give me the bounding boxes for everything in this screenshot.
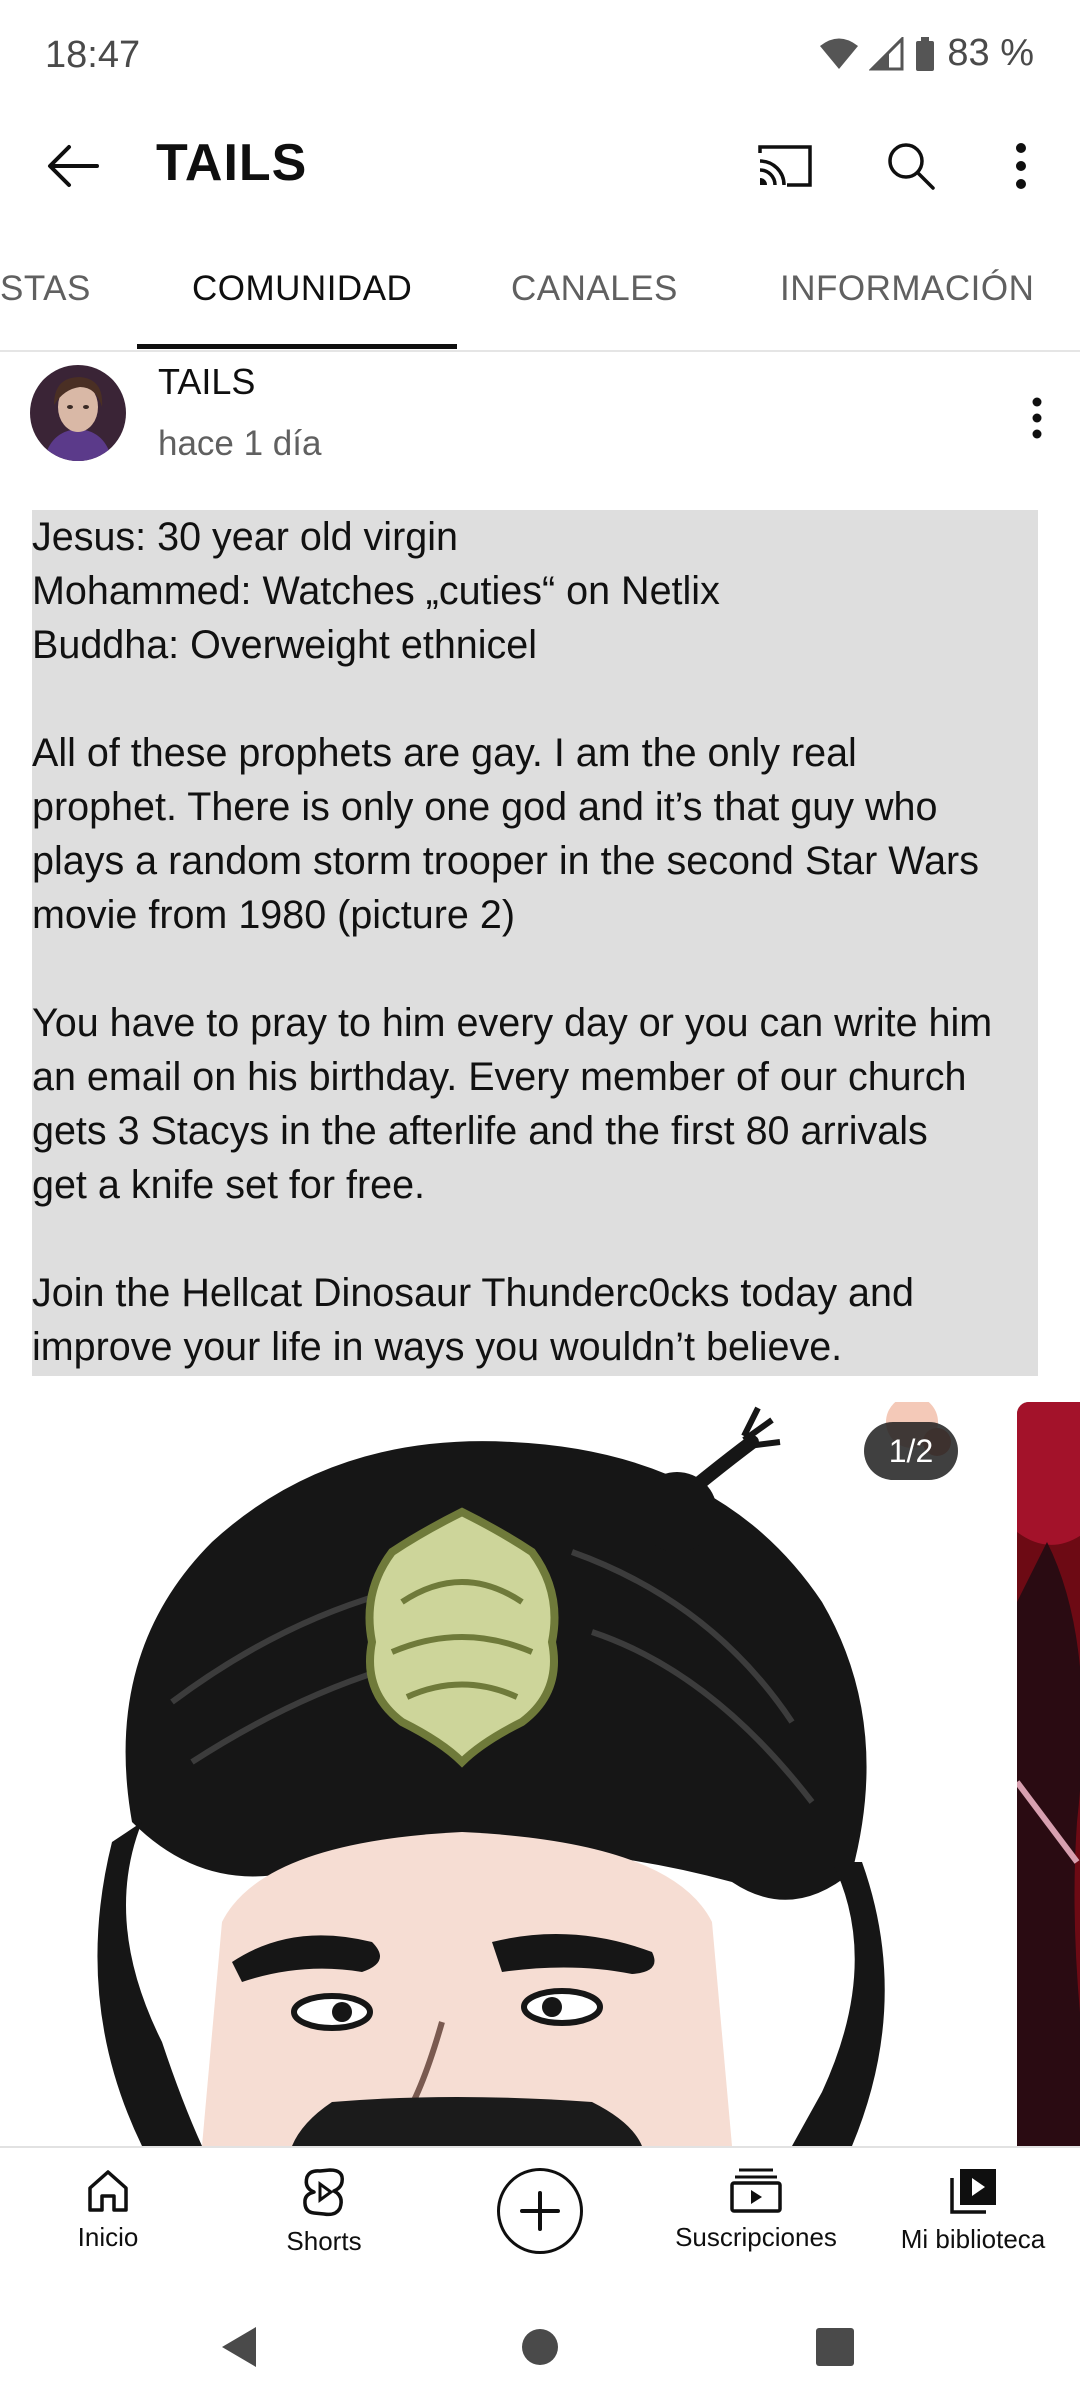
cast-button[interactable]	[748, 129, 822, 203]
post-line: prophet. There is only one god and it’s …	[32, 785, 938, 829]
tab-comunidad[interactable]: COMUNIDAD	[192, 269, 412, 309]
nav-inicio[interactable]: Inicio	[3, 2166, 213, 2253]
post-options-button[interactable]	[1012, 383, 1062, 453]
system-recents-button[interactable]	[800, 2312, 870, 2382]
create-icon	[520, 2191, 560, 2231]
channel-title: TAILS	[156, 134, 308, 192]
post-line: Jesus: 30 year old virgin	[32, 515, 458, 559]
image-counter: 1/2	[864, 1422, 958, 1480]
active-tab-indicator	[137, 344, 457, 349]
wifi-icon	[819, 37, 859, 71]
nav-label: Suscripciones	[675, 2222, 837, 2252]
post-line: Join the Hellcat Dinosaur Thunderc0cks t…	[32, 1271, 914, 1315]
avatar[interactable]	[30, 365, 126, 461]
more-vert-icon	[1032, 397, 1042, 439]
app-bar: TAILS	[0, 115, 1080, 215]
system-navigation	[0, 2292, 1080, 2400]
nav-label: Shorts	[286, 2226, 362, 2256]
post-image-2-preview[interactable]	[1017, 1402, 1080, 2146]
system-home-button[interactable]	[505, 2312, 575, 2382]
search-button[interactable]	[874, 129, 948, 203]
post-author[interactable]: TAILS	[158, 361, 255, 403]
nav-label: Mi biblioteca	[900, 2224, 1046, 2254]
status-time: 18:47	[45, 34, 141, 76]
nav-shorts[interactable]: Shorts	[219, 2166, 429, 2257]
cast-icon	[758, 145, 812, 187]
nav-mi-biblioteca[interactable]: Mi biblioteca	[868, 2166, 1078, 2255]
arrow-back-icon	[48, 145, 99, 187]
triangle-back-icon	[222, 2327, 256, 2367]
more-vert-icon	[1016, 143, 1026, 189]
post-line: Buddha: Overweight ethnicel	[32, 623, 538, 667]
nav-suscripciones[interactable]: Suscripciones	[651, 2166, 861, 2253]
status-icons: 83 %	[819, 32, 1034, 75]
post-image-1[interactable]: 1/2	[32, 1402, 980, 2146]
post-line: get a knife set for free.	[32, 1163, 426, 1207]
subscriptions-icon	[730, 2168, 782, 2213]
status-bar: 18:47 83 %	[0, 0, 1080, 115]
post-line: movie from 1980 (picture 2)	[32, 893, 515, 937]
circle-home-icon	[522, 2329, 558, 2365]
post-line: an email on his birthday. Every member o…	[32, 1055, 967, 1099]
system-back-button[interactable]	[205, 2312, 275, 2382]
search-icon	[888, 143, 935, 190]
nav-label: Inicio	[77, 2222, 139, 2252]
tab-informacion[interactable]: INFORMACIÓN	[780, 269, 1034, 309]
post-line: gets 3 Stacys in the afterlife and the f…	[32, 1109, 928, 1153]
post-line: You have to pray to him every day or you…	[32, 1001, 993, 1045]
more-options-button[interactable]	[984, 129, 1058, 203]
post-timestamp: hace 1 día	[158, 424, 322, 463]
battery-level: 83 %	[947, 32, 1034, 74]
home-icon	[88, 2170, 128, 2212]
tab-canales[interactable]: CANALES	[511, 269, 678, 309]
post-image-carousel[interactable]: 1/2	[32, 1402, 1080, 2146]
post-line: improve your life in ways you wouldn’t b…	[32, 1325, 843, 1369]
post-line: All of these prophets are gay. I am the …	[32, 731, 857, 775]
battery-icon	[915, 36, 935, 71]
create-button[interactable]	[497, 2168, 583, 2254]
post-line: plays a random storm trooper in the seco…	[32, 839, 979, 883]
back-button[interactable]	[36, 129, 110, 203]
post-line: Mohammed: Watches „cuties“ on Netlix	[32, 569, 720, 613]
channel-tabs: STAS COMUNIDAD CANALES INFORMACIÓN	[0, 245, 1080, 352]
bottom-navigation: Inicio Shorts Suscripciones Mi bibliotec…	[0, 2146, 1080, 2294]
signal-icon	[869, 36, 905, 71]
square-recents-icon	[816, 2328, 854, 2366]
post-body: Jesus: 30 year old virgin Mohammed: Watc…	[32, 510, 1038, 1376]
library-icon	[950, 2169, 996, 2214]
tab-listas[interactable]: STAS	[0, 269, 91, 309]
shorts-icon	[303, 2168, 344, 2217]
post-header: TAILS hace 1 día	[0, 355, 1080, 475]
